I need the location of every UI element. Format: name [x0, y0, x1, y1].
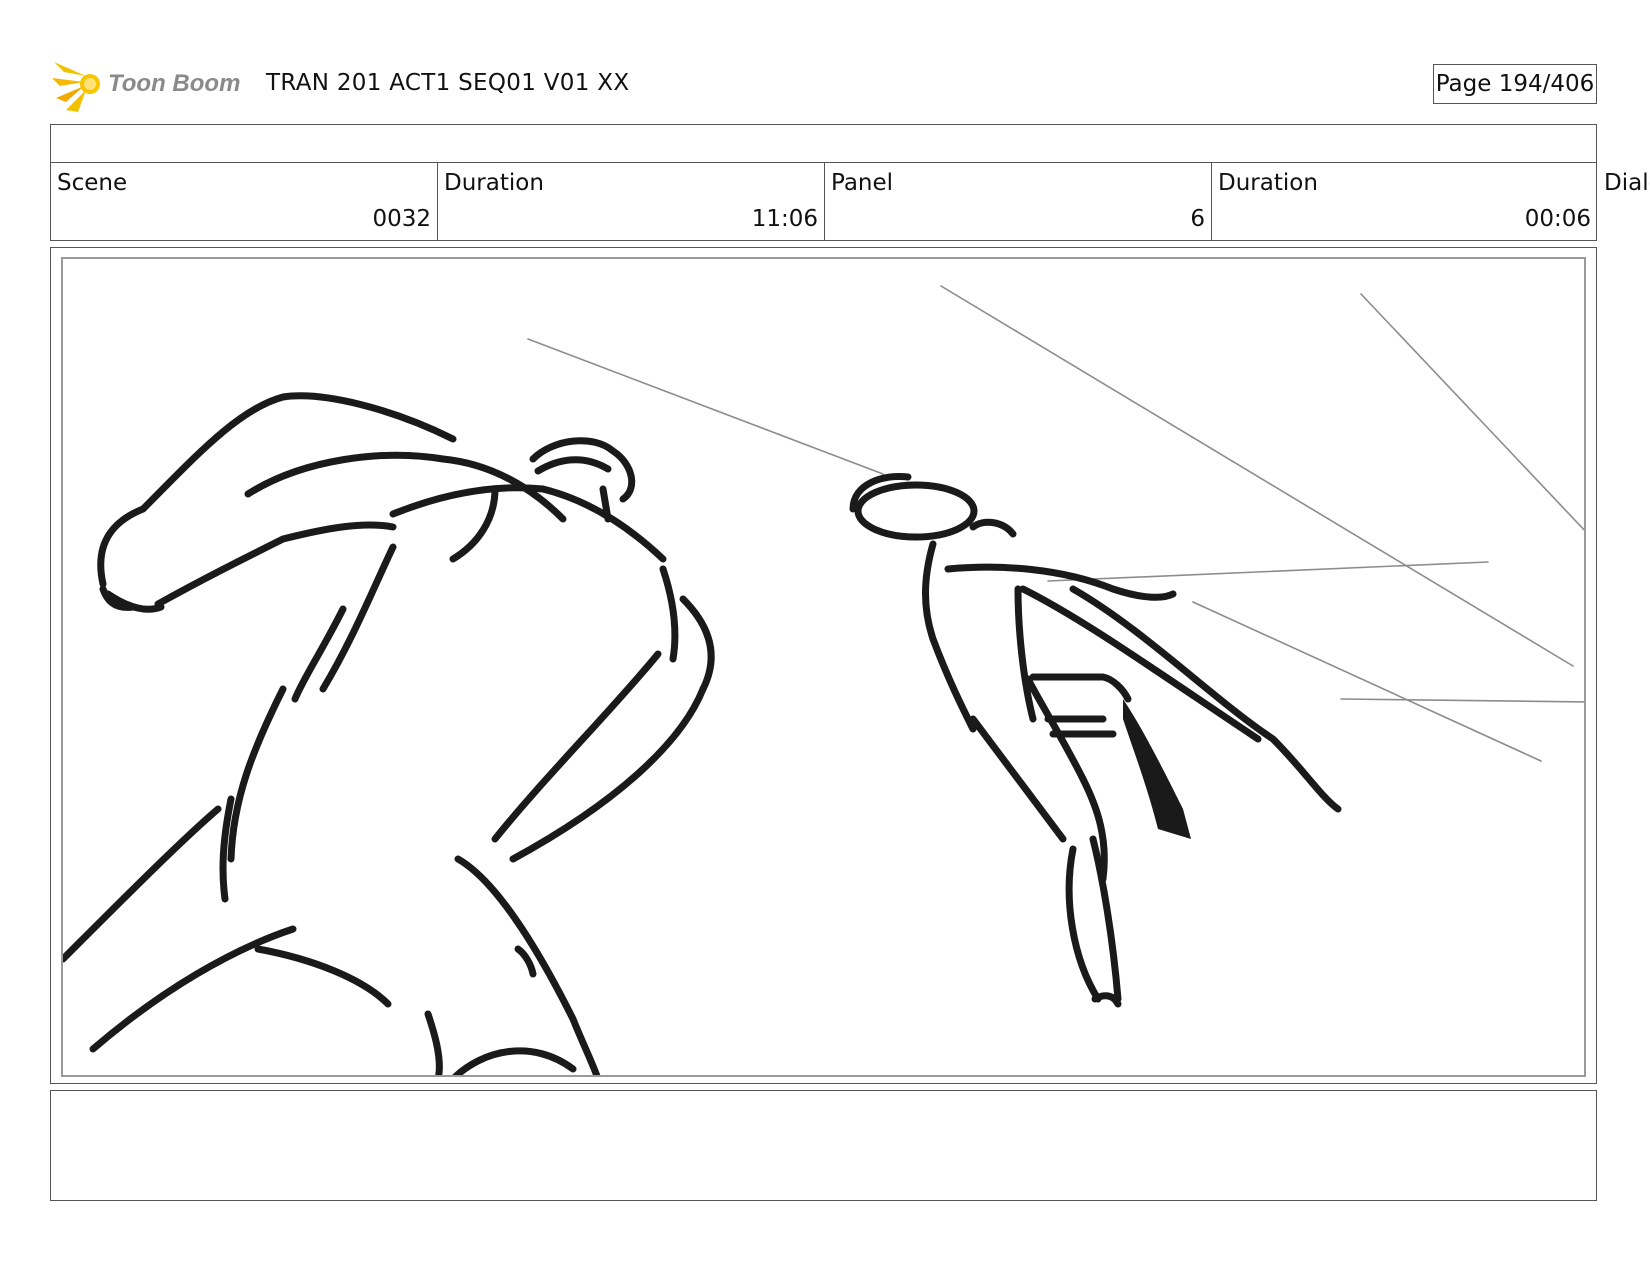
toon-boom-logo: Toon Boom: [52, 58, 252, 114]
panel-duration-label: Duration: [1218, 170, 1318, 196]
panel-value: 6: [1190, 206, 1205, 232]
panel-notes-box: [50, 1090, 1597, 1201]
right-figure-hair: [1123, 699, 1191, 839]
left-figure: [63, 392, 715, 1075]
scene-duration-cell: Duration 11:06: [438, 162, 825, 240]
sequence-header-row: [50, 124, 1597, 163]
panel-frame: [61, 257, 1586, 1077]
panel-label: Panel: [831, 170, 894, 196]
panel-cell: Panel 6: [825, 162, 1212, 240]
scene-label: Scene: [57, 170, 128, 196]
dialog-label: Dialo: [1604, 170, 1650, 196]
scene-duration-label: Duration: [444, 170, 544, 196]
panel-duration-value: 00:06: [1524, 206, 1591, 232]
logo-wordmark: Toon Boom: [108, 70, 240, 97]
panel-duration-cell: Duration 00:06: [1212, 162, 1597, 240]
scene-duration-value: 11:06: [751, 206, 818, 232]
document-title: TRAN 201 ACT1 SEQ01 V01 XX: [266, 70, 630, 96]
scene-cell: Scene 0032: [51, 162, 438, 240]
scene-value: 0032: [372, 206, 431, 232]
sun-burst-icon: [52, 62, 100, 112]
storyboard-panel: [50, 247, 1597, 1084]
panel-info-row: Scene 0032 Duration 11:06 Panel 6 Durati…: [50, 162, 1597, 241]
page-indicator: Page 194/406: [1433, 64, 1597, 104]
right-figure: [849, 472, 1342, 1008]
storyboard-sketch: [63, 285, 1584, 1075]
speed-lines: [527, 285, 1584, 762]
